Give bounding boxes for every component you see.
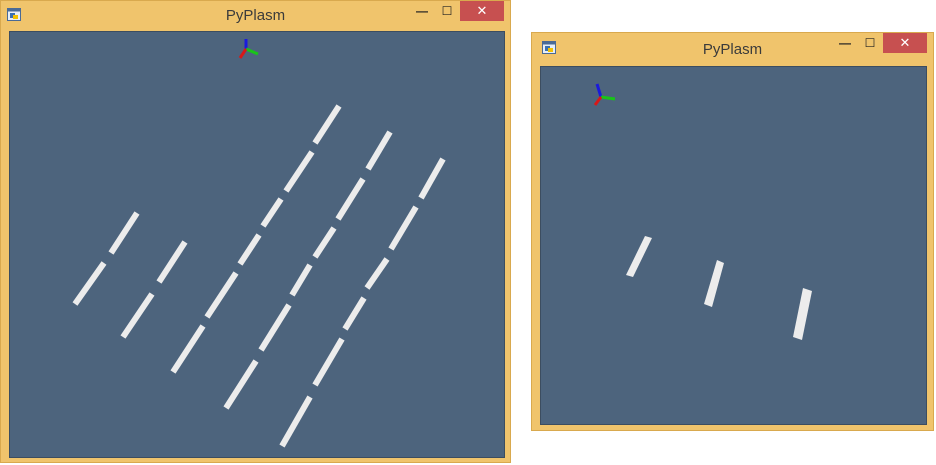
bar	[279, 395, 313, 448]
bar	[312, 104, 342, 145]
bar	[418, 157, 446, 200]
close-button[interactable]: ✕	[460, 1, 504, 21]
bar	[793, 288, 812, 340]
xyz-axes-icon	[593, 83, 616, 106]
3d-viewport[interactable]	[9, 31, 505, 458]
window-title: PyPlasm	[225, 7, 286, 24]
minimize-button[interactable]: —	[412, 1, 432, 21]
bar	[342, 296, 367, 331]
bar	[335, 177, 366, 221]
bar	[120, 292, 155, 339]
bar	[72, 261, 107, 306]
bar	[108, 211, 140, 255]
bar	[237, 233, 262, 266]
bar	[312, 337, 345, 387]
bar	[170, 324, 206, 374]
minimize-button[interactable]: —	[835, 33, 855, 53]
bar	[704, 260, 724, 307]
bar	[156, 240, 188, 284]
scene-canvas	[72, 39, 446, 448]
bar	[260, 197, 284, 228]
bar	[364, 257, 390, 290]
bar	[289, 263, 313, 297]
bar	[388, 205, 419, 251]
maximize-button[interactable]: ☐	[437, 1, 457, 21]
3d-viewport[interactable]	[540, 66, 927, 425]
bar	[626, 236, 652, 277]
maximize-button[interactable]: ☐	[860, 33, 880, 53]
bar	[258, 303, 292, 352]
bar	[204, 271, 239, 319]
close-button[interactable]: ✕	[883, 33, 927, 53]
bar	[312, 226, 337, 259]
title-bar[interactable]: PyPlasm — ☐ ✕	[1, 1, 510, 31]
xyz-axes-icon	[238, 39, 259, 59]
bar	[283, 150, 315, 193]
title-bar[interactable]: PyPlasm — ☐ ✕	[532, 33, 933, 63]
bar	[365, 130, 393, 171]
pyplasm-window-1: PyPlasm — ☐ ✕	[0, 0, 511, 463]
pyplasm-window-2: PyPlasm — ☐ ✕	[531, 32, 934, 431]
bar	[223, 359, 259, 410]
scene-canvas	[593, 83, 812, 340]
